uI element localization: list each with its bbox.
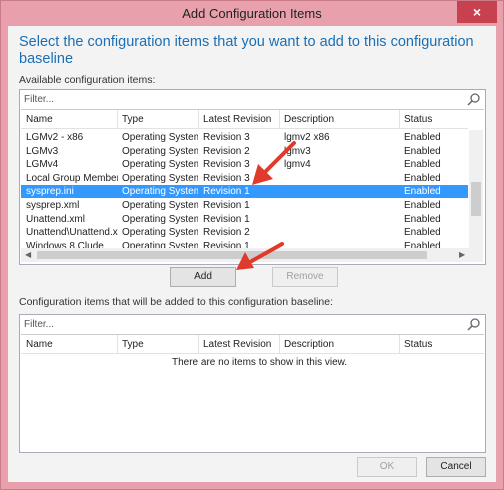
search-icon[interactable]	[467, 317, 481, 331]
cell-name: LGMv3	[26, 145, 59, 157]
cell-status: Enabled	[404, 172, 441, 184]
cell-description: lgmv2 x86	[284, 132, 330, 143]
cell-revision: Revision 2	[203, 227, 250, 239]
title-bar[interactable]: Add Configuration Items ×	[1, 1, 503, 26]
table-row[interactable]: LGMv2 - x86 Operating System Revision 3 lgm…	[21, 131, 468, 144]
cell-status: Enabled	[404, 227, 441, 239]
cell-type: Operating System	[122, 172, 198, 184]
page-title: Select the configuration items that you …	[19, 34, 474, 67]
annotation-arrow-icon	[236, 242, 284, 270]
column-header-description[interactable]: Description	[284, 114, 334, 125]
table-row[interactable]: sysprep.ini Operating System Revision 1 Ena…	[21, 185, 468, 199]
column-header-name[interactable]: Name	[26, 114, 53, 125]
close-button[interactable]: ×	[457, 1, 497, 23]
cell-name: sysprep.ini	[26, 186, 74, 198]
cell-status: Enabled	[404, 213, 441, 225]
column-header-status[interactable]: Status	[404, 114, 432, 125]
annotation-arrow-icon	[252, 141, 296, 185]
cell-name: Unattend\Unattend.xml	[26, 227, 118, 239]
cell-type: Operating System	[122, 200, 198, 211]
cell-status: Enabled	[404, 132, 441, 143]
cell-description: lgmv4	[284, 159, 311, 171]
scroll-left-icon[interactable]: ◀	[25, 250, 31, 259]
cell-name: sysprep.xml	[26, 200, 80, 211]
cell-type: Operating System	[122, 145, 198, 157]
table-row[interactable]: LGMv3 Operating System Revision 2 lgmv3 Enab…	[21, 145, 468, 158]
column-header-type[interactable]: Type	[122, 339, 144, 350]
add-button[interactable]: Add	[170, 267, 236, 287]
filter-placeholder: Filter...	[24, 94, 55, 105]
empty-list-message: There are no items to show in this view.	[172, 357, 348, 368]
cell-type: Operating System	[122, 132, 198, 143]
scroll-right-icon[interactable]: ▶	[459, 250, 465, 259]
hscroll-thumb[interactable]	[37, 251, 427, 259]
cell-revision: Revision 1	[203, 200, 250, 211]
cell-name: LGMv2 - x86	[26, 132, 84, 143]
cell-status: Enabled	[404, 159, 441, 171]
added-items-label: Configuration items that will be added t…	[19, 296, 334, 308]
added-column-headers: Name Type Latest Revision Description St…	[21, 335, 484, 354]
scrollbar-thumb[interactable]	[471, 182, 481, 216]
cell-name: Local Group Member...	[26, 172, 118, 184]
column-header-revision[interactable]: Latest Revision	[203, 114, 271, 125]
cell-status: Enabled	[404, 145, 441, 157]
window-title: Add Configuration Items	[182, 6, 322, 21]
cell-description: lgmv3	[284, 145, 311, 157]
available-column-headers: Name Type Latest Revision Description St…	[21, 110, 468, 129]
added-filter-input[interactable]: Filter...	[21, 316, 484, 335]
close-icon: ×	[472, 4, 482, 20]
cell-type: Operating System	[122, 227, 198, 239]
cell-name: LGMv4	[26, 159, 59, 171]
column-header-status[interactable]: Status	[404, 339, 432, 350]
table-row[interactable]: LGMv4 Operating System Revision 3 lgmv4 Enab…	[21, 158, 468, 171]
ok-button[interactable]: OK	[357, 457, 417, 477]
cell-type: Operating System	[122, 213, 198, 225]
added-items-list: Filter... Name Type Latest Revision Desc…	[19, 314, 486, 453]
cell-type: Operating System	[122, 186, 198, 198]
vertical-scrollbar[interactable]	[469, 130, 483, 248]
available-items-label: Available configuration items:	[19, 74, 156, 86]
available-filter-input[interactable]: Filter...	[21, 91, 484, 110]
column-header-description[interactable]: Description	[284, 339, 334, 350]
cancel-button[interactable]: Cancel	[426, 457, 486, 477]
cell-type: Operating System	[122, 159, 198, 171]
table-row[interactable]: sysprep.xml Operating System Revision 1 Ena…	[21, 199, 468, 212]
table-row[interactable]: Local Group Member... Operating System Rev…	[21, 172, 468, 185]
cell-status: Enabled	[404, 186, 441, 198]
column-header-revision[interactable]: Latest Revision	[203, 339, 271, 350]
cell-revision: Revision 1	[203, 213, 250, 225]
column-header-name[interactable]: Name	[26, 339, 53, 350]
filter-placeholder: Filter...	[24, 319, 55, 330]
search-icon[interactable]	[467, 92, 481, 106]
cell-status: Enabled	[404, 200, 441, 211]
cell-name: Unattend.xml	[26, 213, 85, 225]
column-header-type[interactable]: Type	[122, 114, 144, 125]
table-row[interactable]: Unattend.xml Operating System Revision 1 En…	[21, 213, 468, 226]
